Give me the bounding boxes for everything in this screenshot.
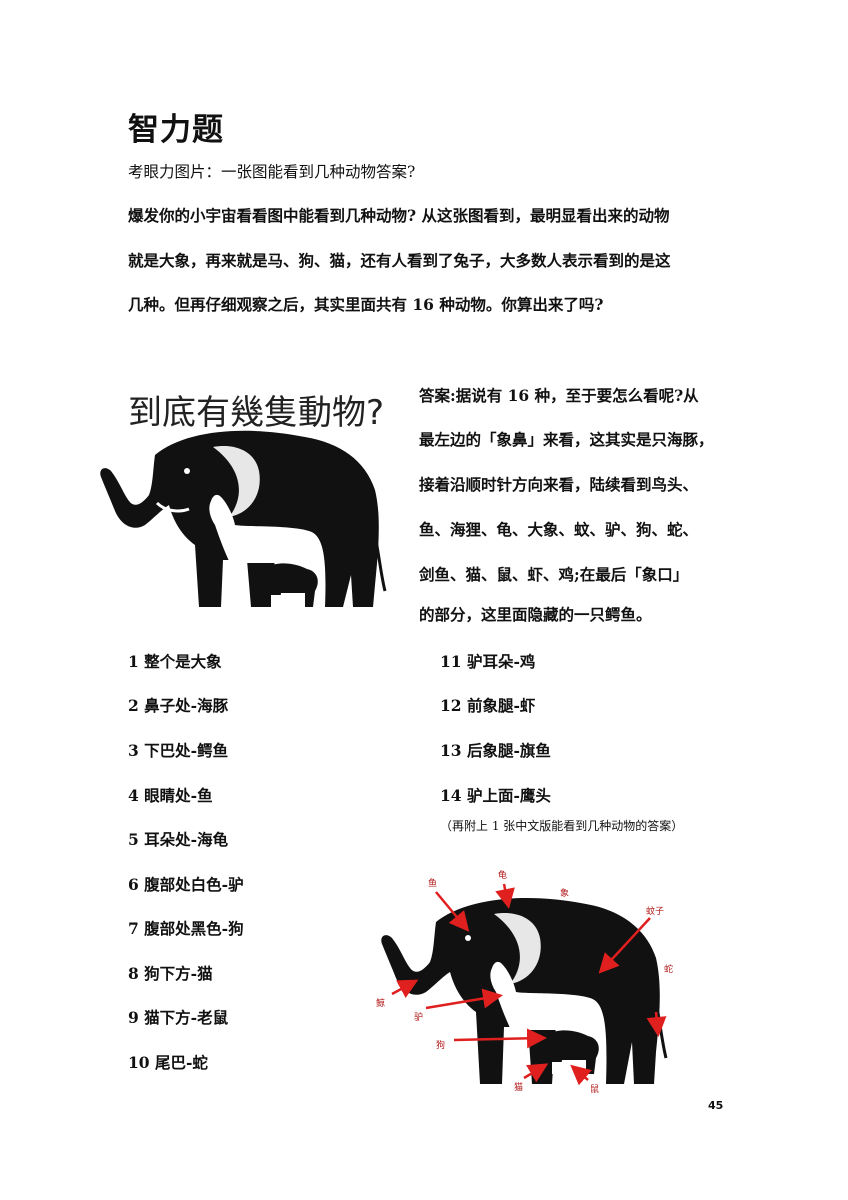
answer-label: 鲸 — [376, 997, 385, 1009]
answer-label: 狗 — [436, 1039, 445, 1051]
list-item: 5 耳朵处-海龟 — [128, 830, 229, 849]
answer-image: 鱼 龟 象 蚊子 蛇 鲸 驴 狗 猫 鼠 — [374, 862, 694, 1095]
list-item: 2 鼻子处-海豚 — [128, 696, 229, 715]
answer-line: 鱼、海狸、龟、大象、蚊、驴、狗、蛇、 — [419, 520, 699, 539]
answer-label: 蛇 — [664, 963, 673, 975]
answer-label: 蚊子 — [646, 905, 664, 917]
answer-label: 鼠 — [590, 1083, 599, 1094]
answer-line: 答案:据说有 16 种，至于要怎么看呢?从 — [419, 386, 699, 405]
intro-line: 就是大象，再来就是马、狗、猫，还有人看到了兔子，大多数人表示看到的是这 — [128, 251, 671, 270]
note: （再附上 1 张中文版能看到几种动物的答案） — [440, 819, 684, 833]
answer-label: 象 — [560, 887, 569, 899]
list-item: 14 驴上面-鹰头 — [440, 786, 551, 805]
list-item: 1 整个是大象 — [128, 652, 222, 671]
answer-label: 鱼 — [428, 877, 437, 889]
elephant-answer-illustration: 鱼 龟 象 蚊子 蛇 鲸 驴 狗 猫 鼠 — [376, 869, 673, 1095]
list-item: 7 腹部处黑色-狗 — [128, 919, 244, 938]
list-item: 9 猫下方-老鼠 — [128, 1008, 229, 1027]
list-item: 3 下巴处-鳄鱼 — [128, 741, 229, 760]
page-number: 45 — [708, 1099, 724, 1112]
list-item: 11 驴耳朵-鸡 — [440, 652, 536, 671]
list-item: 6 腹部处白色-驴 — [128, 875, 244, 894]
puzzle-caption: 到底有幾隻動物? — [128, 393, 385, 433]
answer-label: 龟 — [498, 869, 507, 881]
answer-line: 的部分，这里面隐藏的一只鳄鱼。 — [419, 605, 652, 624]
list-item: 4 眼睛处-鱼 — [128, 786, 213, 805]
intro-line: 几种。但再仔细观察之后，其实里面共有 16 种动物。你算出来了吗? — [128, 295, 604, 314]
list-item: 10 尾巴-蛇 — [128, 1053, 208, 1072]
list-item: 12 前象腿-虾 — [440, 696, 536, 715]
answer-label: 猫 — [514, 1081, 523, 1093]
answer-label: 驴 — [414, 1011, 423, 1023]
answer-line: 剑鱼、猫、鼠、虾、鸡;在最后「象口」 — [419, 565, 689, 584]
answer-line: 最左边的「象鼻」来看，这其实是只海豚， — [419, 430, 714, 449]
subtitle: 考眼力图片：一张图能看到几种动物答案? — [128, 163, 416, 181]
page-title: 智力题 — [128, 112, 224, 148]
list-item: 13 后象腿-旗鱼 — [440, 741, 551, 760]
list-item: 8 狗下方-猫 — [128, 964, 213, 983]
answer-line: 接着沿顺时针方向来看，陆续看到鸟头、 — [419, 475, 699, 494]
intro-line: 爆发你的小宇宙看看图中能看到几种动物? 从这张图看到，最明显看出来的动物 — [128, 206, 670, 225]
